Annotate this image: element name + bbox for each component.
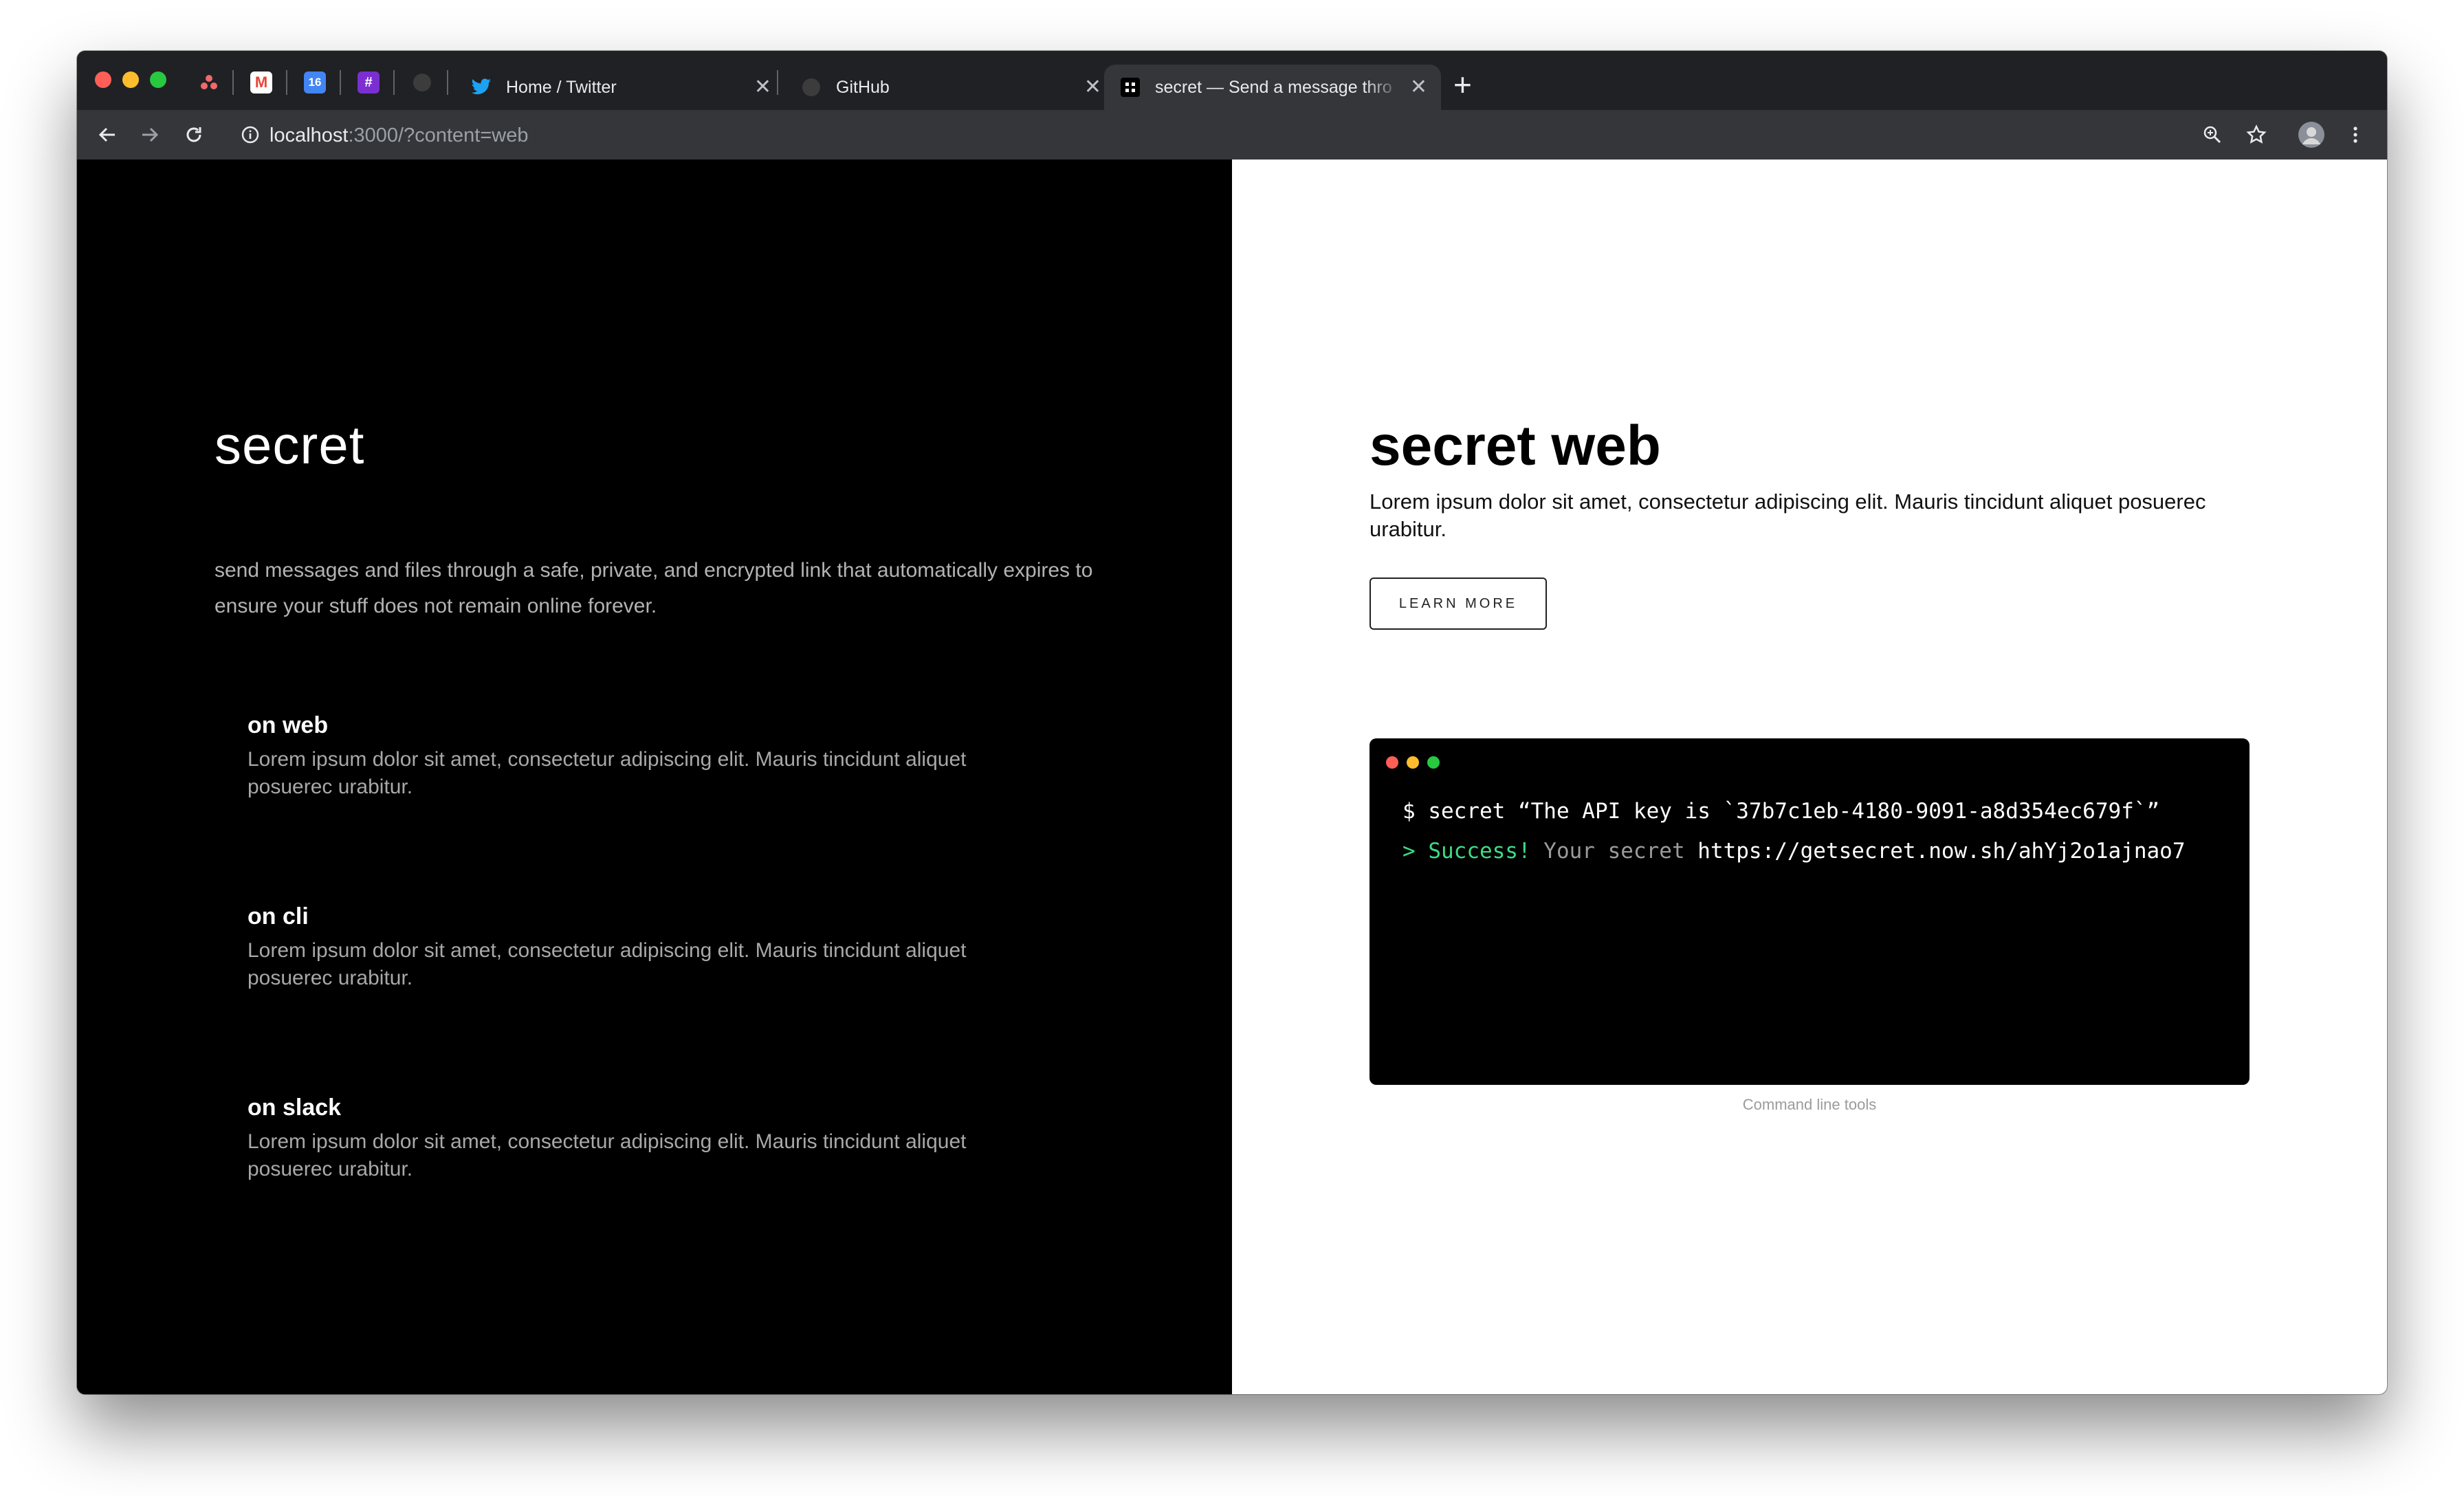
tab-github[interactable]: GitHub ✕	[785, 65, 1115, 110]
section-title: secret web	[1370, 415, 1661, 477]
terminal-zoom-dot	[1427, 756, 1440, 769]
back-arrow-icon	[98, 127, 115, 142]
github-icon	[800, 76, 822, 98]
minimize-window-button[interactable]	[122, 72, 139, 88]
reload-button[interactable]	[179, 120, 209, 150]
bookmark-button[interactable]	[2241, 120, 2272, 150]
terminal-success-text: > Success!	[1402, 839, 1531, 864]
forward-arrow-icon	[142, 127, 159, 142]
terminal-muted-text: Your secret	[1530, 839, 1698, 864]
browser-window: M 16 # Home / Twitter ✕ GitHub ✕ secret …	[77, 51, 2387, 1394]
pinned-tab-gmail[interactable]: M	[250, 72, 272, 94]
tab-secret-active[interactable]: secret — Send a message thro ✕	[1104, 65, 1441, 110]
feature-title: on web	[248, 712, 329, 738]
feature-title: on slack	[248, 1094, 342, 1121]
terminal-close-dot	[1386, 756, 1398, 769]
zoom-icon	[2203, 126, 2221, 144]
forward-button[interactable]	[135, 120, 165, 150]
close-tab-icon[interactable]: ✕	[1410, 77, 1427, 98]
feature-cli[interactable]: on cli Lorem ipsum dolor sit amet, conse…	[248, 903, 1038, 992]
new-tab-button[interactable]: +	[1453, 69, 1472, 100]
feature-title: on cli	[248, 903, 309, 930]
page-content: secret send messages and files through a…	[77, 160, 2387, 1394]
feature-web[interactable]: on web Lorem ipsum dolor sit amet, conse…	[248, 712, 1038, 801]
url-host: localhost	[270, 124, 349, 146]
secret-favicon-icon	[1119, 76, 1141, 98]
feature-description: Lorem ipsum dolor sit amet, consectetur …	[248, 1130, 967, 1180]
star-icon	[2246, 124, 2267, 144]
pinned-tab-asana[interactable]	[198, 72, 220, 94]
close-tab-icon[interactable]: ✕	[754, 77, 771, 98]
tab-title: Home / Twitter	[506, 77, 617, 97]
terminal-command-line: $ secret “The API key is `37b7c1eb-4180-…	[1402, 799, 2160, 824]
terminal-caption: Command line tools	[1742, 1096, 1877, 1113]
pinned-tab-github[interactable]	[411, 72, 433, 94]
terminal-secret-link[interactable]: https://getsecret.now.sh/ahYj2o1ajnao7	[1697, 839, 2185, 864]
tab-separator	[393, 70, 395, 95]
tab-strip: M 16 # Home / Twitter ✕ GitHub ✕ secret …	[77, 51, 2387, 110]
tab-separator	[232, 70, 234, 95]
close-tab-icon[interactable]: ✕	[1084, 77, 1101, 98]
feature-description: Lorem ipsum dolor sit amet, consectetur …	[248, 748, 967, 798]
brand-title: secret	[214, 415, 365, 475]
section-description: Lorem ipsum dolor sit amet, consectetur …	[1370, 490, 2206, 541]
pinned-tab-calendar[interactable]: 16	[304, 72, 326, 94]
menu-button[interactable]	[2340, 120, 2370, 150]
url-text: localhost:3000/?content=web	[270, 124, 529, 147]
zoom-button[interactable]	[2197, 120, 2228, 150]
tab-title: GitHub	[836, 77, 890, 97]
more-vert-icon	[2353, 126, 2357, 143]
feature-description: Lorem ipsum dolor sit amet, consectetur …	[248, 939, 967, 989]
tab-separator	[286, 70, 287, 95]
info-icon	[241, 126, 259, 144]
pinned-tab-app[interactable]: #	[358, 72, 380, 94]
asana-icon	[201, 75, 217, 89]
tab-separator	[447, 70, 448, 95]
tab-title: secret — Send a message thro	[1155, 77, 1392, 97]
profile-avatar[interactable]	[2296, 120, 2326, 150]
gmail-icon: M	[254, 74, 268, 91]
tab-twitter[interactable]: Home / Twitter ✕	[455, 65, 785, 110]
calendar-icon: 16	[308, 76, 322, 89]
left-panel: secret send messages and files through a…	[77, 160, 1232, 1394]
zoom-window-button[interactable]	[150, 72, 166, 88]
close-window-button[interactable]	[95, 72, 111, 88]
right-panel: secret web Lorem ipsum dolor sit amet, c…	[1232, 160, 2387, 1394]
terminal-minimize-dot	[1407, 756, 1419, 769]
terminal-output-line: > Success! Your secret https://getsecret…	[1402, 839, 2186, 864]
address-bar[interactable]: localhost:3000/?content=web	[228, 116, 2250, 154]
app-icon: #	[364, 74, 373, 90]
feature-slack[interactable]: on slack Lorem ipsum dolor sit amet, con…	[248, 1094, 1038, 1183]
back-button[interactable]	[92, 120, 122, 150]
tagline: send messages and files through a safe, …	[214, 559, 1093, 617]
avatar-icon	[2298, 122, 2324, 148]
learn-more-button[interactable]: LEARN MORE	[1370, 578, 1547, 630]
browser-toolbar: localhost:3000/?content=web	[77, 110, 2387, 160]
github-icon	[413, 74, 431, 91]
terminal-window: $ secret “The API key is `37b7c1eb-4180-…	[1370, 738, 2250, 1085]
url-path: :3000/?content=web	[348, 124, 529, 146]
tab-separator	[777, 70, 778, 95]
tab-separator	[340, 70, 341, 95]
reload-icon	[186, 127, 201, 142]
twitter-icon	[470, 76, 492, 98]
